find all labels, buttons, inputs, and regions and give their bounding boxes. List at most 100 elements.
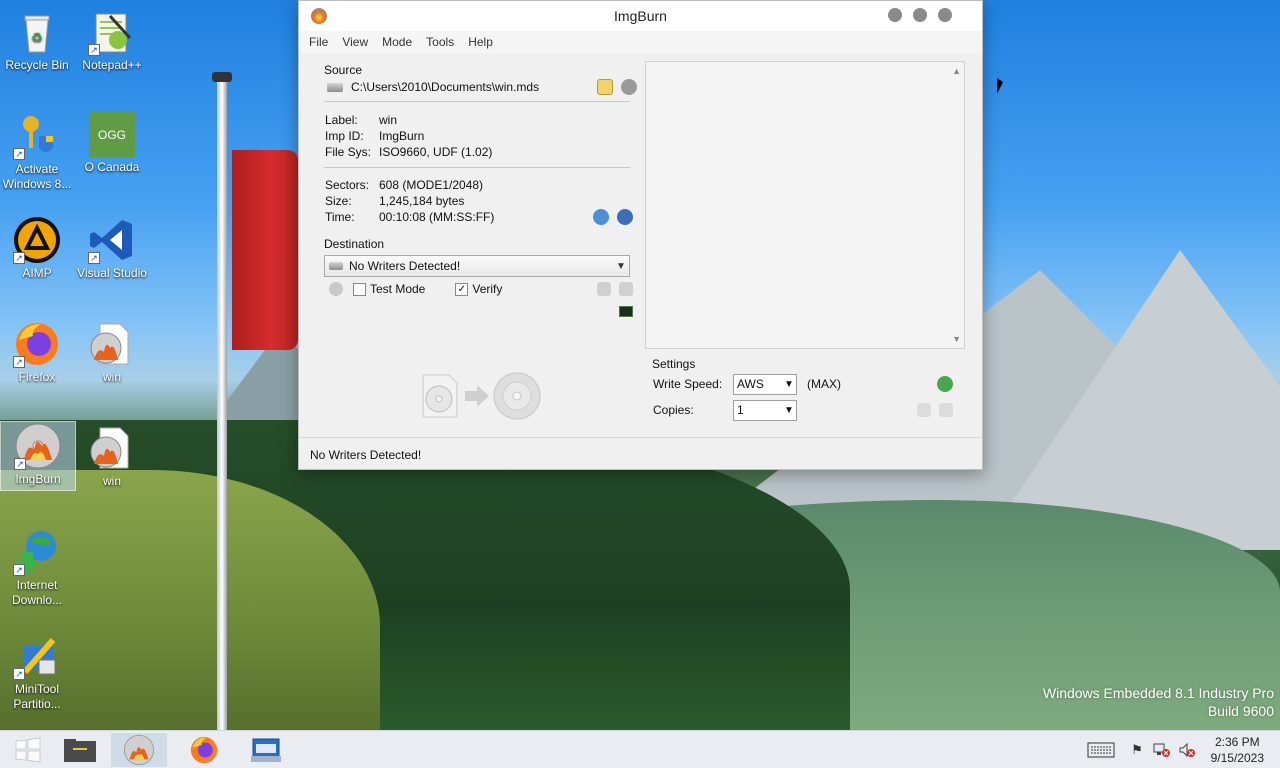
binoculars-icon[interactable] bbox=[621, 79, 637, 95]
destination-dropdown[interactable]: No Writers Detected! ▼ bbox=[324, 255, 630, 277]
shortcut-arrow-icon: ↗ bbox=[13, 252, 25, 264]
mouse-cursor-icon bbox=[997, 78, 1003, 94]
desktop-icon-win-file[interactable]: win bbox=[75, 320, 149, 385]
desktop-icon-activate-windows[interactable]: ↗ Activate Windows 8... bbox=[0, 112, 74, 192]
info-row-label: Label: win bbox=[317, 112, 637, 128]
desktop-icon-notepad-plus-plus[interactable]: ↗ Notepad++ bbox=[75, 8, 149, 73]
desktop-icon-label: Visual Studio bbox=[77, 266, 147, 280]
desktop-icon-firefox[interactable]: ↗ Firefox bbox=[0, 320, 74, 385]
source-separator bbox=[324, 101, 630, 102]
desktop-icon-aimp[interactable]: ↗ AIMP bbox=[0, 216, 74, 281]
imgburn-icon bbox=[124, 735, 154, 765]
taskbar: ⚑ 2:36 PM 9/15/2023 bbox=[0, 730, 1280, 768]
log-window-icon[interactable] bbox=[619, 306, 633, 317]
info-key: Time: bbox=[325, 210, 355, 224]
verify-label: Verify bbox=[472, 282, 503, 296]
action-center-flag-icon[interactable]: ⚑ bbox=[1128, 741, 1146, 759]
speed-settings-icon[interactable] bbox=[937, 376, 953, 392]
desktop-icon-recycle-bin[interactable]: ♻ Recycle Bin bbox=[0, 8, 74, 73]
chevron-down-icon: ▼ bbox=[784, 378, 794, 390]
info-key: File Sys: bbox=[325, 145, 372, 159]
taskbar-firefox[interactable] bbox=[176, 733, 232, 767]
info-value: 608 (MODE1/2048) bbox=[379, 178, 484, 192]
volume-muted-icon[interactable] bbox=[1177, 741, 1197, 759]
menu-help[interactable]: Help bbox=[468, 35, 493, 49]
source-path: C:\Users\2010\Documents\win.mds bbox=[351, 80, 540, 94]
start-button[interactable] bbox=[0, 733, 56, 767]
drive-icon bbox=[329, 262, 343, 270]
close-button[interactable] bbox=[938, 8, 952, 22]
maximize-button[interactable] bbox=[913, 8, 927, 22]
keyboard-app-icon bbox=[251, 738, 281, 762]
copies-dropdown[interactable]: 1 ▼ bbox=[733, 399, 797, 421]
desktop-icon-internet-download-manager[interactable]: ↗ Internet Downlo... bbox=[0, 528, 74, 608]
desktop-icon-visual-studio[interactable]: ↗ Visual Studio bbox=[75, 216, 149, 281]
minitool-icon: ↗ bbox=[13, 632, 61, 680]
desktop-icon-imgburn[interactable]: ↗ ImgBurn bbox=[0, 421, 76, 491]
shortcut-arrow-icon: ↗ bbox=[88, 44, 100, 56]
menu-mode[interactable]: Mode bbox=[382, 35, 412, 49]
write-speed-dropdown[interactable]: AWS ▼ bbox=[733, 373, 797, 395]
queue-icon[interactable] bbox=[917, 403, 931, 417]
firefox-icon bbox=[190, 736, 218, 764]
shortcut-arrow-icon: ↗ bbox=[88, 252, 100, 264]
info-icon[interactable] bbox=[617, 209, 633, 225]
destination-group-title: Destination bbox=[324, 237, 385, 251]
tray-close-icon[interactable] bbox=[619, 282, 633, 296]
info-value: 1,245,184 bytes bbox=[379, 194, 465, 208]
window-title: ImgBurn bbox=[614, 8, 667, 24]
wallpaper-flagpole bbox=[217, 74, 227, 730]
taskbar-clock[interactable]: 2:36 PM 9/15/2023 bbox=[1211, 734, 1264, 766]
info-key: Label: bbox=[325, 113, 358, 127]
touch-keyboard-icon[interactable] bbox=[1086, 741, 1116, 759]
tray-open-icon[interactable] bbox=[597, 282, 611, 296]
status-bar: No Writers Detected! bbox=[299, 437, 982, 469]
window-titlebar[interactable]: ImgBurn bbox=[299, 1, 982, 31]
desktop-icon-label: Notepad++ bbox=[82, 58, 142, 72]
info-key: Imp ID: bbox=[325, 129, 364, 143]
ogg-file-icon: OGG bbox=[89, 112, 135, 158]
eject-icon[interactable] bbox=[329, 282, 343, 296]
menu-tools[interactable]: Tools bbox=[426, 35, 454, 49]
taskbar-on-screen-keyboard[interactable] bbox=[238, 733, 294, 767]
info-row-filesys: File Sys: ISO9660, UDF (1.02) bbox=[317, 144, 637, 160]
test-mode-checkbox[interactable] bbox=[353, 282, 366, 296]
desktop-icon-label: MiniTool Partitio... bbox=[13, 682, 61, 711]
desktop-icon-label: O Canada bbox=[84, 160, 140, 174]
destination-options: Test Mode ✓ Verify bbox=[317, 277, 637, 301]
desktop-icon-minitool-partition[interactable]: ↗ MiniTool Partitio... bbox=[0, 632, 74, 712]
desktop-icon-label: Activate Windows 8... bbox=[2, 162, 72, 191]
write-speed-row: Write Speed: AWS ▼ (MAX) bbox=[645, 371, 965, 397]
scroll-down-icon[interactable]: ▼ bbox=[952, 334, 961, 344]
settings-group-title: Settings bbox=[652, 357, 696, 371]
source-row: C:\Users\2010\Documents\win.mds bbox=[317, 77, 637, 97]
visual-studio-icon: ↗ bbox=[88, 216, 136, 264]
shortcut-arrow-icon: ↗ bbox=[13, 356, 25, 368]
source-group-title: Source bbox=[324, 63, 363, 77]
burn-button[interactable] bbox=[419, 369, 545, 421]
desktop-icon-o-canada[interactable]: OGG O Canada bbox=[75, 112, 149, 175]
log-panel[interactable]: ▲ ▼ bbox=[645, 61, 965, 349]
watermark-line1: Windows Embedded 8.1 Industry Pro bbox=[1042, 685, 1274, 701]
menu-file[interactable]: File bbox=[309, 35, 328, 49]
svg-text:♻: ♻ bbox=[31, 30, 43, 45]
notepad-plus-plus-icon: ↗ bbox=[88, 8, 136, 56]
firefox-icon: ↗ bbox=[13, 320, 61, 368]
taskbar-file-explorer[interactable] bbox=[52, 733, 108, 767]
browse-file-icon[interactable] bbox=[597, 79, 613, 95]
wallpaper-flagpole-top bbox=[212, 72, 232, 82]
menu-view[interactable]: View bbox=[342, 35, 368, 49]
verify-checkbox[interactable]: ✓ bbox=[455, 282, 469, 296]
taskbar-imgburn[interactable] bbox=[111, 733, 167, 767]
desktop-icon-label: win bbox=[102, 370, 121, 384]
minimize-button[interactable] bbox=[888, 8, 902, 22]
desktop-icon-win-file[interactable]: win bbox=[75, 424, 149, 489]
folder-icon bbox=[64, 739, 96, 762]
scroll-up-icon[interactable]: ▲ bbox=[952, 66, 961, 76]
book-icon[interactable] bbox=[939, 403, 953, 417]
info-separator bbox=[324, 167, 630, 168]
refresh-icon[interactable] bbox=[593, 209, 609, 225]
info-row-impid: Imp ID: ImgBurn bbox=[317, 128, 637, 144]
info-key: Size: bbox=[325, 194, 352, 208]
network-error-icon[interactable] bbox=[1152, 741, 1172, 759]
